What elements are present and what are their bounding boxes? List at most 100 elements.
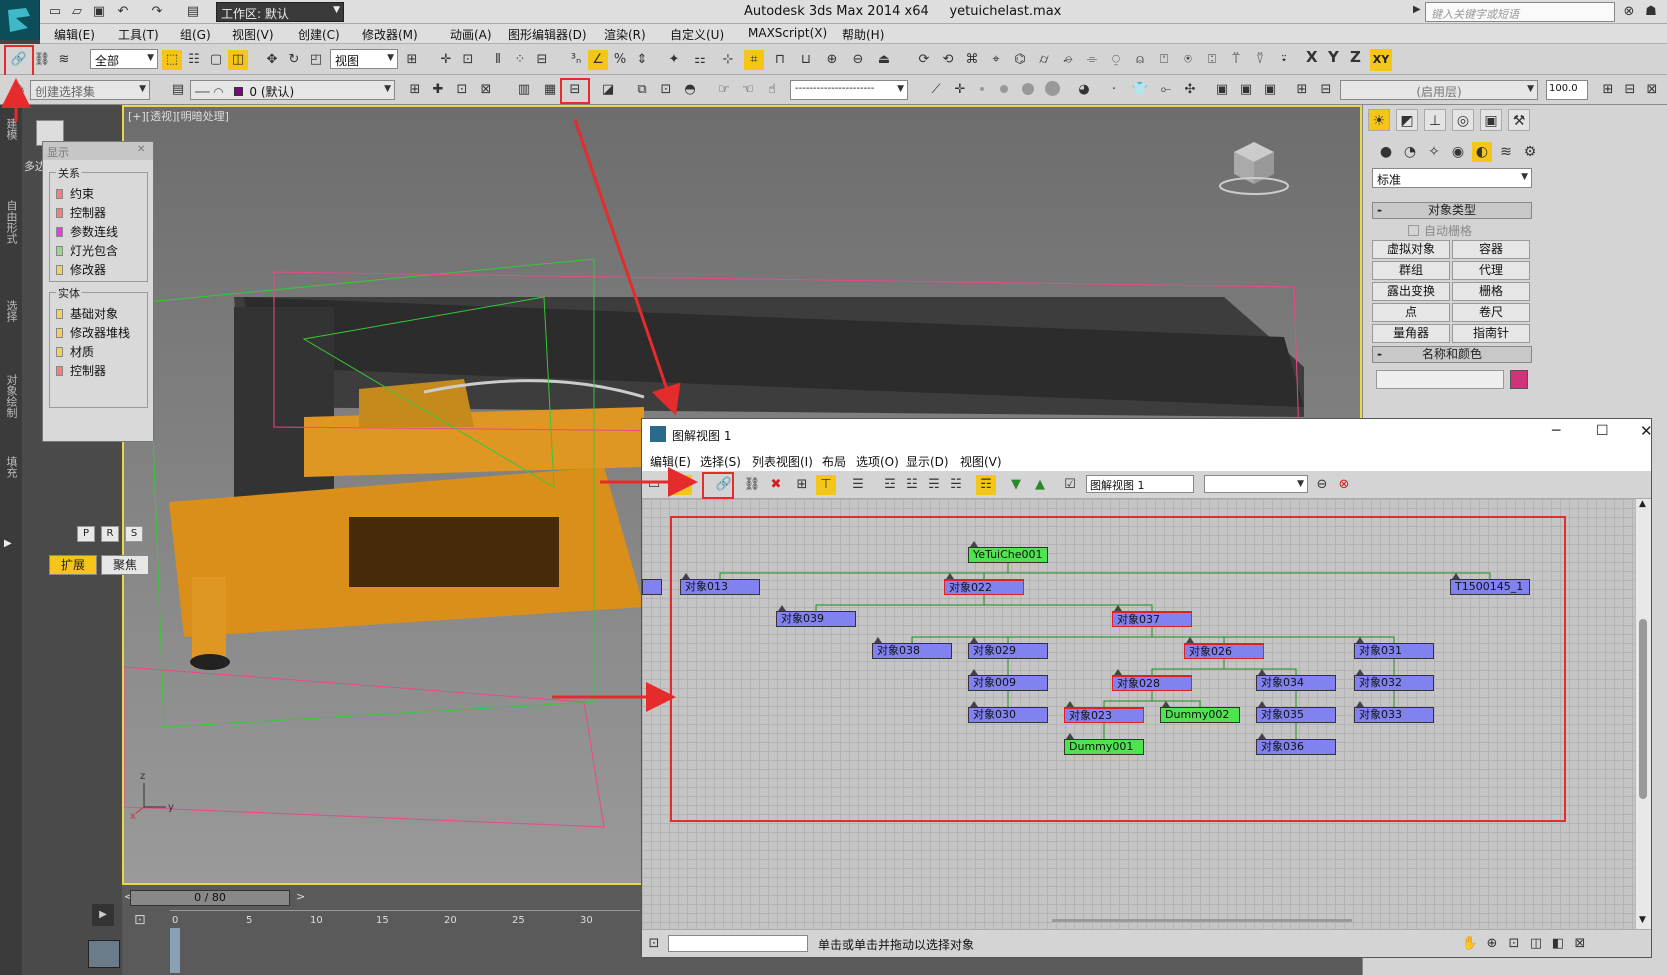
curve-editor-2-icon[interactable]: ▦ xyxy=(540,80,560,100)
zoom-extents-icon[interactable]: ◫ xyxy=(1526,934,1546,954)
redo-icon[interactable]: ↷ xyxy=(148,3,166,21)
axis-xy-button[interactable]: XY xyxy=(1370,49,1392,71)
create-tab-icon[interactable]: ☀ xyxy=(1368,109,1390,131)
schematic-menu-item[interactable]: 编辑(E) xyxy=(650,453,691,470)
brush-size-2-icon[interactable] xyxy=(1000,85,1008,93)
render-frame-icon[interactable]: ⊕ xyxy=(822,50,842,70)
zoom-region-icon[interactable]: ⊡ xyxy=(1504,934,1524,954)
sv-tool-e-icon[interactable]: ☶ xyxy=(976,475,996,495)
layer-dropdown[interactable]: ── ◠ 0 (默认) ▼ xyxy=(190,80,395,100)
ribbon-icon[interactable]: ⚏ xyxy=(690,50,710,70)
render-frame-2-icon[interactable]: ⊡ xyxy=(656,80,676,100)
axis-y-button[interactable]: Y xyxy=(1328,48,1339,66)
play-icon[interactable]: ▶ xyxy=(92,904,114,926)
zoom-extents-selected-icon[interactable]: ◧ xyxy=(1548,934,1568,954)
ref-coord-dropdown[interactable]: 视图 ▼ xyxy=(330,49,398,69)
extra-tool-15-icon[interactable]: ⍢ xyxy=(1250,50,1270,70)
maximize-icon[interactable]: ☐ xyxy=(1596,423,1609,439)
prs-toggle[interactable]: S xyxy=(125,526,143,542)
object-type-button[interactable]: 量角器 xyxy=(1372,324,1450,343)
help-community-icon[interactable]: ☗ xyxy=(1642,3,1660,21)
extra-tool-5-icon[interactable]: ⌬ xyxy=(1010,50,1030,70)
object-type-button[interactable]: 虚拟对象 xyxy=(1372,240,1450,259)
extra-tool-13-icon[interactable]: ⍠ xyxy=(1202,50,1222,70)
object-type-button[interactable]: 指南针 xyxy=(1452,324,1530,343)
node-partial[interactable] xyxy=(642,579,662,595)
shirt-icon[interactable]: 👕 xyxy=(1130,80,1150,100)
sv-tool-b-icon[interactable]: ☳ xyxy=(902,475,922,495)
minimize-icon[interactable]: ─ xyxy=(1552,423,1560,439)
extra-tool-6-icon[interactable]: ⌭ xyxy=(1034,50,1054,70)
filter-item[interactable]: 灯光包含 xyxy=(56,242,118,259)
dot-icon[interactable]: · xyxy=(1104,80,1124,100)
layer-explorer-icon[interactable]: ▥ xyxy=(514,80,534,100)
close-window-icon[interactable]: ✕ xyxy=(1640,422,1653,440)
rect-selection-icon[interactable]: ▢ xyxy=(206,50,226,70)
arrange-icon[interactable]: ☰ xyxy=(848,475,868,495)
move-icon[interactable]: ✥ xyxy=(262,50,282,70)
zoom-icon[interactable]: ⊕ xyxy=(1482,934,1502,954)
schematic-menu-item[interactable]: 列表视图(I) xyxy=(752,453,813,470)
project-folder-icon[interactable]: ▤ xyxy=(184,3,202,21)
side-expand-icon[interactable]: ▶ xyxy=(4,538,12,549)
extra-tool-7-icon[interactable]: ⌮ xyxy=(1058,50,1078,70)
sv-unlink-icon[interactable]: ⛓ xyxy=(742,475,762,495)
focus-button[interactable]: 聚焦 xyxy=(101,555,149,575)
crosshair-icon[interactable]: ✛ xyxy=(950,80,970,100)
undo-icon[interactable]: ↶ xyxy=(114,3,132,21)
render-setup-2-icon[interactable]: ⧉ xyxy=(632,80,652,100)
bind-space-warp-icon[interactable]: ≋ xyxy=(54,50,74,70)
name-color-rollout[interactable]: - 名称和颜色 xyxy=(1372,346,1532,363)
filter-item[interactable]: 修改器 xyxy=(56,261,106,278)
set-current-layer-icon[interactable]: ⊠ xyxy=(476,80,496,100)
window-crossing-icon[interactable]: ◫ xyxy=(228,50,248,70)
fish-icon[interactable]: ⟜ xyxy=(1156,80,1176,100)
layer-icon[interactable]: ▤ xyxy=(168,80,188,100)
binoculars-icon[interactable]: ⊗ xyxy=(1620,3,1638,21)
schematic-vscroll[interactable]: ▲ ▼ xyxy=(1635,499,1651,929)
object-type-button[interactable]: 栅格 xyxy=(1452,282,1530,301)
schematic-menu-item[interactable]: 显示(D) xyxy=(906,453,949,470)
check-icon[interactable]: ☑ xyxy=(1060,475,1080,495)
side-tab[interactable]: 建模 xyxy=(3,118,19,140)
render-a-icon[interactable]: ▣ xyxy=(1212,80,1232,100)
reference-mode-icon[interactable]: ⊤ xyxy=(816,475,836,495)
filter-item[interactable]: 基础对象 xyxy=(56,305,118,322)
time-next-icon[interactable]: > xyxy=(296,890,305,903)
mirror-icon[interactable]: ⫴ xyxy=(488,50,508,70)
sv-select-icon[interactable]: ↖ xyxy=(672,475,692,495)
geometry-icon[interactable]: ● xyxy=(1376,142,1396,162)
extra-tool-9-icon[interactable]: ⍜ xyxy=(1106,50,1126,70)
hand-tool-1-icon[interactable]: ☞ xyxy=(714,80,734,100)
track-bar-icon[interactable]: ⊡ xyxy=(134,912,146,928)
snap-3d-icon[interactable]: ³ₙ xyxy=(566,50,586,70)
curve-editor-icon[interactable]: ⊹ xyxy=(718,50,738,70)
render-icon[interactable]: ⊖ xyxy=(848,50,868,70)
systems-icon[interactable]: ⚙ xyxy=(1520,142,1540,162)
render-c-icon[interactable]: ▣ xyxy=(1260,80,1280,100)
app-logo-button[interactable] xyxy=(0,0,40,40)
new-layer-icon[interactable]: ⊞ xyxy=(405,80,425,100)
percent-snap-icon[interactable]: % xyxy=(610,50,630,70)
schematic-menu-item[interactable]: 布局 xyxy=(822,453,846,470)
vscroll-thumb[interactable] xyxy=(1639,619,1647,799)
filter-item[interactable]: 材质 xyxy=(56,343,94,360)
filter-item[interactable]: 约束 xyxy=(56,185,94,202)
object-type-button[interactable]: 点 xyxy=(1372,303,1450,322)
side-tab[interactable]: 自由形式 xyxy=(3,200,19,244)
delete-bookmark-icon[interactable]: ⊗ xyxy=(1334,475,1354,495)
render-setup-icon[interactable]: ⊔ xyxy=(796,50,816,70)
workspace-dropdown[interactable]: 工作区: 默认 ▼ xyxy=(216,2,344,22)
layer-tool-d-icon[interactable]: ⊟ xyxy=(1620,80,1640,100)
prs-toggle[interactable]: P xyxy=(77,526,95,542)
array-icon[interactable]: ⁘ xyxy=(510,50,530,70)
open-file-icon[interactable]: ▱ xyxy=(68,3,86,21)
named-sel-edit-icon[interactable]: ✎ xyxy=(10,80,30,100)
menu-item[interactable]: 创建(C) xyxy=(298,26,340,43)
category-dropdown[interactable]: 标准 ▼ xyxy=(1372,168,1532,188)
object-type-button[interactable]: 露出变换 xyxy=(1372,282,1450,301)
schematic-view-icon[interactable]: ⊟ xyxy=(565,80,585,100)
search-input[interactable]: 键入关键字或短语 xyxy=(1425,2,1615,22)
expand-icon[interactable]: ▲ xyxy=(1030,475,1050,495)
filter-item[interactable]: 参数连线 xyxy=(56,223,118,240)
